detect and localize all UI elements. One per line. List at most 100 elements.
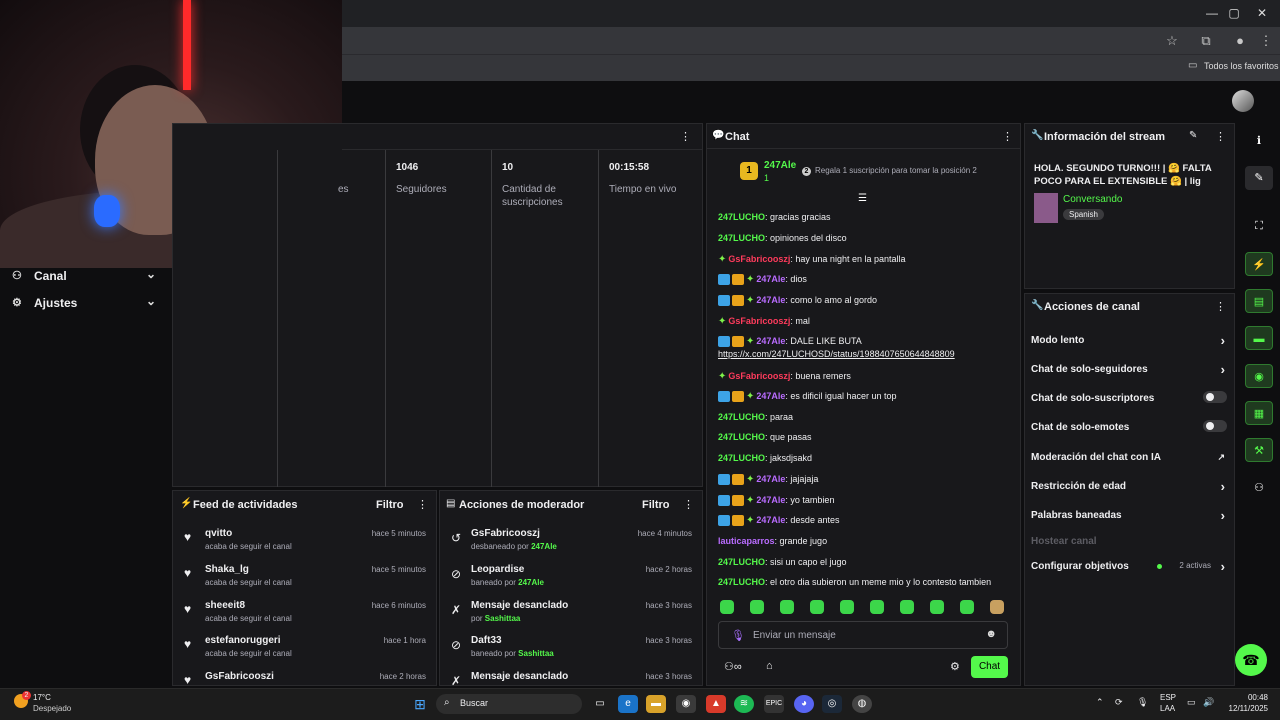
emote-icon[interactable]	[960, 600, 974, 614]
channel-action-row[interactable]: Modo lento ›	[1031, 333, 1231, 348]
community-icon[interactable]: ⚇∞	[724, 660, 742, 673]
emote-icon[interactable]	[840, 600, 854, 614]
lightning-icon[interactable]: ⚡	[1245, 252, 1273, 276]
info-icon[interactable]: ℹ	[1245, 129, 1273, 153]
task-view-icon[interactable]: ▭	[590, 695, 610, 713]
feed-username[interactable]: estefanoruggeri	[205, 635, 281, 646]
chat-username[interactable]: GsFabricooszj	[728, 254, 790, 264]
mod-action-by[interactable]: 247Ale	[518, 578, 544, 587]
gift-badge-icon[interactable]: ✦	[746, 295, 754, 306]
kebab-menu-icon[interactable]: ⋮	[417, 498, 428, 511]
extensions-icon[interactable]: ⧉	[1196, 33, 1216, 49]
gift-badge-icon[interactable]: ✦	[746, 391, 754, 402]
moderator-badge-icon[interactable]	[718, 474, 730, 486]
feed-username[interactable]: sheeeit8	[205, 600, 245, 611]
gift-badge-icon[interactable]: ✦	[746, 336, 754, 347]
mod-action-by[interactable]: 247Ale	[531, 542, 557, 551]
channel-action-row[interactable]: Configurar objetivos › 2 activas	[1031, 559, 1231, 574]
filter-button[interactable]: Filtro	[642, 499, 670, 511]
crown-badge-icon[interactable]	[732, 391, 744, 403]
channel-action-row[interactable]: Chat de solo-suscriptores	[1031, 391, 1231, 404]
emote-icon[interactable]	[930, 600, 944, 614]
chat-username[interactable]: 247Ale	[756, 295, 785, 305]
clock-time[interactable]: 00:48	[1236, 693, 1268, 702]
filter-button[interactable]: Filtro	[376, 499, 404, 511]
star-icon[interactable]: ☆	[1162, 33, 1182, 49]
moderator-badge-icon[interactable]	[718, 295, 730, 307]
store-icon[interactable]: ⌂	[766, 660, 773, 672]
broadcast-icon[interactable]: ◉	[1245, 364, 1273, 388]
close-window-button[interactable]: ✕	[1250, 4, 1274, 22]
brave-icon[interactable]: ▲	[706, 695, 726, 713]
profile-icon[interactable]: ●	[1230, 33, 1250, 49]
gift-badge-icon[interactable]: ✦	[746, 515, 754, 526]
fullscreen-icon[interactable]: ⛶	[1245, 214, 1273, 238]
category-thumbnail[interactable]	[1034, 193, 1058, 223]
chat-username[interactable]: 247LUCHO	[718, 412, 765, 422]
mod-action-target[interactable]: Mensaje desanclado	[471, 671, 568, 682]
emote-icon[interactable]	[870, 600, 884, 614]
gift-badge-icon[interactable]: ✦	[746, 274, 754, 285]
chat-username[interactable]: 247LUCHO	[718, 557, 765, 567]
chat-username[interactable]: 247LUCHO	[718, 453, 765, 463]
kebab-menu-icon[interactable]: ⋮	[1215, 300, 1226, 313]
channel-action-row[interactable]: Chat de solo-emotes	[1031, 420, 1231, 433]
kebab-menu-icon[interactable]: ⋮	[683, 498, 694, 511]
help-button[interactable]: ☎	[1235, 644, 1267, 676]
chat-username[interactable]: 247LUCHO	[718, 212, 765, 222]
mod-action-target[interactable]: Mensaje desanclado	[471, 600, 568, 611]
moderator-badge-icon[interactable]	[718, 515, 730, 527]
channel-action-row[interactable]: Moderación del chat con IA ↗	[1031, 452, 1231, 463]
moderator-badge-icon[interactable]	[718, 336, 730, 348]
mod-action-by[interactable]: Sashittaa	[485, 614, 521, 623]
obs-icon[interactable]: ◍	[852, 695, 872, 713]
feed-username[interactable]: qvitto	[205, 528, 232, 539]
chat-username[interactable]: 247LUCHO	[718, 577, 765, 587]
chat-username[interactable]: 247Ale	[756, 274, 785, 284]
emote-icon[interactable]	[720, 600, 734, 614]
top-gifter-name[interactable]: 247Ale	[764, 160, 796, 171]
category-name[interactable]: Conversando	[1063, 194, 1122, 205]
gift-badge-icon[interactable]: ✦	[746, 495, 754, 506]
chat-username[interactable]: 247Ale	[756, 474, 785, 484]
avatar[interactable]	[1232, 90, 1254, 112]
windows-start-icon[interactable]: ⊞	[410, 695, 430, 713]
maximize-button[interactable]: ▢	[1222, 4, 1246, 22]
chat-input[interactable]: 🎙 Enviar un mensaje ☻	[718, 621, 1008, 649]
chat-username[interactable]: 247LUCHO	[718, 233, 765, 243]
chat-username[interactable]: lauticaparros	[718, 536, 775, 546]
volume-icon[interactable]: 🔊	[1203, 697, 1214, 708]
gift-badge-icon[interactable]: ✦	[718, 316, 726, 327]
moderator-badge-icon[interactable]	[718, 391, 730, 403]
clock-date[interactable]: 12/11/2025	[1222, 704, 1268, 713]
chat-username[interactable]: GsFabricooszj	[728, 371, 790, 381]
epic-games-icon[interactable]: EPIC	[764, 695, 784, 713]
mod-action-target[interactable]: Leopardise	[471, 564, 524, 575]
mic-icon[interactable]: 🎙	[1137, 697, 1148, 708]
chat-bubble-icon[interactable]: ▬	[1245, 326, 1273, 350]
chat-username[interactable]: 247Ale	[756, 391, 785, 401]
feed-username[interactable]: GsFabricooszi	[205, 671, 274, 682]
mod-action-by[interactable]: Sashittaa	[518, 649, 554, 658]
channel-action-row[interactable]: Chat de solo-seguidores ›	[1031, 362, 1231, 377]
gift-badge-icon[interactable]: ✦	[718, 371, 726, 382]
tag-pill[interactable]: Spanish	[1063, 209, 1104, 220]
gift-badge-icon[interactable]: ✦	[746, 474, 754, 485]
emote-icon[interactable]	[900, 600, 914, 614]
network-icon[interactable]: ▭	[1187, 697, 1196, 708]
toggle-switch[interactable]	[1203, 420, 1227, 432]
discord-icon[interactable]: ◕	[794, 695, 814, 713]
steam-icon[interactable]: ◎	[822, 695, 842, 713]
toggle-switch[interactable]	[1203, 391, 1227, 403]
sidebar-item-canal[interactable]: ⚇ Canal ⌄	[12, 267, 162, 286]
channel-action-row[interactable]: Palabras baneadas ›	[1031, 508, 1231, 523]
chat-username[interactable]: 247Ale	[756, 515, 785, 525]
mic-icon[interactable]: 🎙	[731, 629, 745, 642]
gift-subscription-text[interactable]: Regala 1 suscripción para tomar la posic…	[815, 166, 977, 175]
channel-action-row[interactable]: Restricción de edad ›	[1031, 479, 1231, 494]
kebab-menu-icon[interactable]: ⋮	[680, 130, 691, 143]
wrench-icon[interactable]: ⚒	[1245, 438, 1273, 462]
spotify-icon[interactable]: ≋	[734, 695, 754, 713]
emote-picker-icon[interactable]: ☻	[985, 628, 997, 640]
emote-icon[interactable]	[990, 600, 1004, 614]
